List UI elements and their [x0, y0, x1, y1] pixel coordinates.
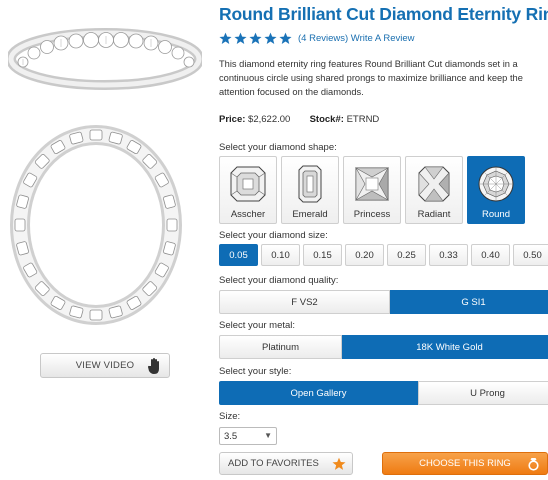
star-icon	[219, 32, 232, 44]
product-title: Round Brilliant Cut Diamond Eternity Rin…	[219, 4, 548, 24]
size-option[interactable]: 0.40	[471, 244, 510, 266]
shape-option-asscher[interactable]: Asscher	[219, 156, 277, 224]
quality-section-label: Select your diamond quality:	[219, 275, 339, 286]
quality-option-g-si1[interactable]: G SI1	[390, 290, 548, 314]
size-option[interactable]: 0.33	[429, 244, 468, 266]
size-options: 0.05 0.10 0.15 0.20 0.25 0.33 0.40 0.50	[219, 244, 548, 266]
ring-size-select[interactable]: 3.5 ▼	[219, 427, 277, 445]
ring-front-view-image[interactable]	[10, 125, 182, 325]
style-section-label: Select your style:	[219, 366, 292, 377]
shape-option-princess[interactable]: Princess	[343, 156, 401, 224]
ring-icon	[528, 458, 539, 471]
star-icon	[279, 32, 292, 44]
price-label: Price:	[219, 114, 246, 125]
ring-diamond	[89, 309, 103, 321]
ring-size-value: 3.5	[224, 430, 238, 442]
ring-diamond	[166, 218, 178, 232]
metal-section-label: Select your metal:	[219, 320, 296, 331]
star-icon	[264, 32, 277, 44]
shape-label-princess: Princess	[353, 209, 391, 220]
hand-icon	[148, 358, 159, 374]
metal-option-platinum[interactable]: Platinum	[219, 335, 342, 359]
round-diamond-icon	[478, 166, 514, 202]
shape-option-round[interactable]: Round	[467, 156, 525, 224]
stock-label: Stock#:	[309, 114, 344, 125]
size-option[interactable]: 0.20	[345, 244, 384, 266]
ring-size-label: Size:	[219, 411, 241, 422]
emerald-diamond-icon	[298, 165, 322, 203]
size-option[interactable]: 0.05	[219, 244, 258, 266]
view-video-button[interactable]: VIEW VIDEO	[40, 353, 170, 378]
style-option-u-prong[interactable]: U Prong	[418, 381, 548, 405]
price-value: $2,622.00	[248, 114, 291, 125]
shape-options: Asscher Emerald Princess Radiant Round	[219, 156, 529, 224]
metal-options: Platinum 18K White Gold	[219, 335, 548, 359]
size-option[interactable]: 0.10	[261, 244, 300, 266]
size-option[interactable]: 0.15	[303, 244, 342, 266]
quality-options: F VS2 G SI1	[219, 290, 548, 314]
ring-diamond	[89, 129, 103, 141]
shape-label-round: Round	[482, 209, 510, 220]
star-icon	[332, 457, 346, 470]
size-option[interactable]: 0.50	[513, 244, 548, 266]
star-icon	[234, 32, 247, 44]
ring-side-view-image[interactable]	[8, 24, 202, 94]
size-section-label: Select your diamond size:	[219, 230, 328, 241]
choose-this-ring-label: CHOOSE THIS RING	[419, 458, 511, 469]
view-video-label: VIEW VIDEO	[75, 360, 135, 371]
shape-label-asscher: Asscher	[230, 209, 266, 220]
radiant-diamond-icon	[418, 166, 450, 202]
size-option[interactable]: 0.25	[387, 244, 426, 266]
shape-label-radiant: Radiant	[417, 209, 451, 220]
product-description: This diamond eternity ring features Roun…	[219, 59, 523, 97]
style-options: Open Gallery U Prong	[219, 381, 548, 405]
add-to-favorites-label: ADD TO FAVORITES	[228, 458, 319, 469]
choose-this-ring-button[interactable]: CHOOSE THIS RING	[382, 452, 548, 475]
shape-option-radiant[interactable]: Radiant	[405, 156, 463, 224]
ring-diamond	[14, 218, 26, 232]
chevron-down-icon: ▼	[264, 431, 272, 440]
style-option-open-gallery[interactable]: Open Gallery	[219, 381, 418, 405]
princess-diamond-icon	[354, 166, 390, 202]
shape-section-label: Select your diamond shape:	[219, 142, 337, 153]
star-icon	[249, 32, 262, 44]
shape-label-emerald: Emerald	[292, 209, 328, 220]
add-to-favorites-button[interactable]: ADD TO FAVORITES	[219, 452, 353, 475]
product-gallery: VIEW VIDEO	[0, 0, 210, 480]
rating-row: (4 Reviews) Write A Review	[219, 32, 415, 45]
stock-value: ETRND	[346, 114, 380, 125]
quality-option-f-vs2[interactable]: F VS2	[219, 290, 390, 314]
metal-option-18k-white-gold[interactable]: 18K White Gold	[342, 335, 548, 359]
reviews-link[interactable]: (4 Reviews) Write A Review	[298, 33, 415, 44]
price-row: Price: $2,622.00 Stock#: ETRND	[219, 114, 379, 125]
shape-option-emerald[interactable]: Emerald	[281, 156, 339, 224]
asscher-diamond-icon	[230, 166, 266, 202]
